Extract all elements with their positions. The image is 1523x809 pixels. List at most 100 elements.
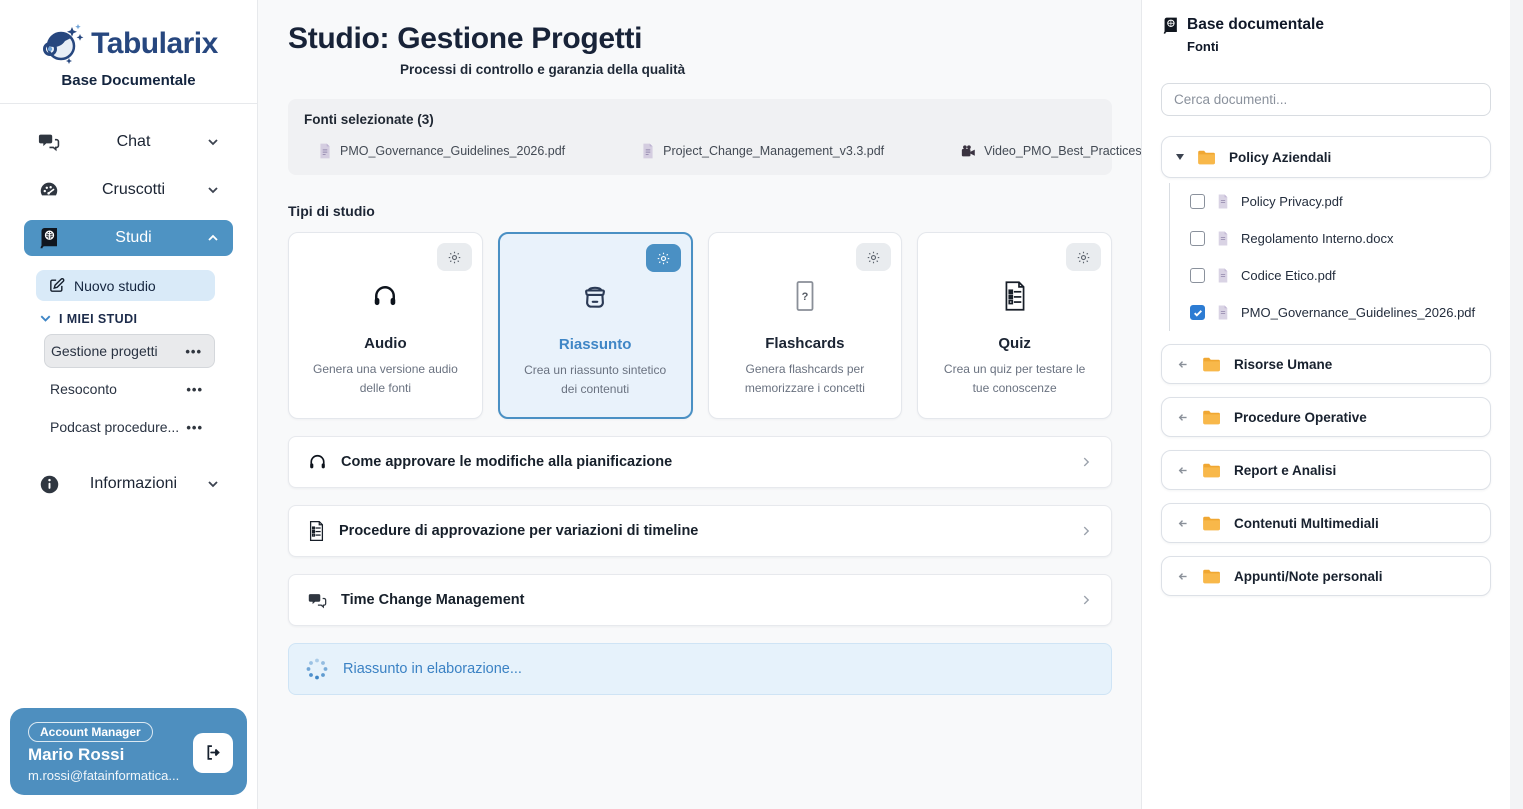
selected-sources-box: Fonti selezionate (3) PMO_Governance_Gui… [288, 99, 1112, 175]
caret-collapsed-icon [1176, 358, 1189, 371]
folder-policy-aziendali[interactable]: Policy Aziendali [1161, 136, 1491, 178]
study-item-resoconto[interactable]: Resoconto ••• [44, 372, 215, 406]
search-documents-input[interactable] [1161, 83, 1491, 116]
page-title: Studio: Gestione Progetti [288, 22, 1112, 56]
processing-status-box: Riassunto in elaborazione... [288, 643, 1112, 695]
source-file-name: Video_PMO_Best_Practices_2026.mp4 [984, 144, 1141, 158]
my-studies-toggle[interactable]: I MIEI STUDI [38, 311, 233, 326]
file-name: Regolamento Interno.docx [1241, 231, 1393, 246]
sidebar-item-cruscotti[interactable]: Cruscotti [24, 172, 233, 208]
file-name: Codice Etico.pdf [1241, 268, 1336, 283]
book-globe-icon [1161, 16, 1180, 35]
chevron-right-icon [1079, 593, 1093, 607]
study-item-menu-icon[interactable]: ••• [185, 344, 202, 359]
new-study-button[interactable]: Nuovo studio [36, 270, 215, 301]
card-settings-button[interactable] [437, 243, 472, 271]
card-title: Audio [364, 335, 407, 352]
quiz-checklist-icon [1001, 279, 1029, 313]
study-card-quiz[interactable]: Quiz Crea un quiz per testare le tue con… [917, 232, 1112, 419]
logout-button[interactable] [193, 733, 233, 773]
card-description: Crea un riassunto sintetico dei contenut… [500, 361, 691, 398]
user-name: Mario Rossi [28, 745, 179, 765]
file-row-pmo-governance-guidelines[interactable]: PMO_Governance_Guidelines_2026.pdf [1190, 294, 1491, 331]
main-content: Studio: Gestione Progetti Processi di co… [258, 0, 1141, 809]
caret-expanded-icon [1176, 154, 1184, 160]
folder-name: Contenuti Multimediali [1234, 516, 1379, 531]
file-row-regolamento-interno[interactable]: Regolamento Interno.docx [1190, 220, 1491, 257]
folder-report-e-analisi[interactable]: Report e Analisi [1161, 450, 1491, 490]
pdf-file-icon [318, 143, 332, 159]
file-row-policy-privacy[interactable]: Policy Privacy.pdf [1190, 183, 1491, 220]
file-row-codice-etico[interactable]: Codice Etico.pdf [1190, 257, 1491, 294]
study-item-label: Resoconto [50, 381, 117, 397]
folder-name: Risorse Umane [1234, 357, 1332, 372]
headphones-icon [307, 452, 328, 472]
file-checkbox[interactable] [1190, 231, 1205, 246]
card-title: Riassunto [559, 336, 632, 353]
logout-icon [204, 743, 223, 762]
output-item-chat[interactable]: Time Change Management [288, 574, 1112, 626]
study-card-riassunto[interactable]: Riassunto Crea un riassunto sintetico de… [498, 232, 693, 419]
folder-name: Procedure Operative [1234, 410, 1367, 425]
study-item-podcast-procedure[interactable]: Podcast procedure... ••• [44, 410, 215, 444]
study-item-menu-icon[interactable]: ••• [186, 382, 203, 397]
card-settings-button[interactable] [646, 244, 681, 272]
card-description: Genera una versione audio delle fonti [289, 360, 482, 397]
file-checkbox[interactable] [1190, 194, 1205, 209]
sidebar-item-chat[interactable]: Chat [24, 124, 233, 160]
chevron-down-icon [205, 182, 221, 198]
card-description: Crea un quiz per testare le tue conoscen… [918, 360, 1111, 397]
chevron-down-icon [205, 476, 221, 492]
gear-icon [1076, 250, 1091, 265]
tabularix-logo-icon [39, 22, 87, 66]
book-globe-icon [36, 226, 62, 250]
folder-procedure-operative[interactable]: Procedure Operative [1161, 397, 1491, 437]
user-email: m.rossi@fatainformatica... [28, 768, 179, 783]
card-description: Genera flashcards per memorizzare i conc… [709, 360, 902, 397]
folder-icon [1202, 462, 1221, 479]
caret-collapsed-icon [1176, 570, 1189, 583]
study-card-audio[interactable]: Audio Genera una versione audio delle fo… [288, 232, 483, 419]
file-checkbox-checked[interactable] [1190, 305, 1205, 320]
folder-contenuti-multimediali[interactable]: Contenuti Multimediali [1161, 503, 1491, 543]
card-settings-button[interactable] [856, 243, 891, 271]
new-study-label: Nuovo studio [74, 278, 156, 294]
folder-risorse-umane[interactable]: Risorse Umane [1161, 344, 1491, 384]
scrollbar-track[interactable] [1510, 0, 1523, 809]
doc-file-icon [1216, 194, 1230, 209]
folder-icon [1202, 356, 1221, 373]
right-panel: Base documentale Fonti Policy Aziendali … [1141, 0, 1510, 809]
study-card-flashcards[interactable]: ? Flashcards Genera flashcards per memor… [708, 232, 903, 419]
edit-pencil-icon [48, 277, 65, 294]
my-studies-label: I MIEI STUDI [59, 312, 137, 326]
card-settings-button[interactable] [1066, 243, 1101, 271]
output-item-title: Come approvare le modifiche alla pianifi… [341, 454, 1066, 470]
app-window: Tabularix Base Documentale Chat Cruscott… [0, 0, 1523, 809]
file-checkbox[interactable] [1190, 268, 1205, 283]
user-role-badge: Account Manager [28, 722, 153, 742]
sidebar-item-informazioni[interactable]: Informazioni [24, 466, 233, 502]
chat-bubbles-icon [307, 591, 328, 610]
app-name: Tabularix [91, 27, 218, 61]
chat-icon [36, 131, 62, 153]
doc-file-icon [1216, 231, 1230, 246]
folder-icon [1202, 568, 1221, 585]
study-item-gestione-progetti[interactable]: Gestione progetti ••• [44, 334, 215, 368]
sidebar-item-studi[interactable]: Studi [24, 220, 233, 256]
pdf-file-icon [641, 143, 655, 159]
doc-file-icon [1216, 268, 1230, 283]
output-item-audio[interactable]: Come approvare le modifiche alla pianifi… [288, 436, 1112, 488]
gear-icon [447, 250, 462, 265]
output-item-document[interactable]: Procedure di approvazione per variazioni… [288, 505, 1112, 557]
caret-collapsed-icon [1176, 411, 1189, 424]
study-item-menu-icon[interactable]: ••• [186, 420, 203, 435]
folder-appunti-note-personali[interactable]: Appunti/Note personali [1161, 556, 1491, 596]
left-sidebar: Tabularix Base Documentale Chat Cruscott… [0, 0, 258, 809]
folder-children: Policy Privacy.pdf Regolamento Interno.d… [1169, 183, 1491, 331]
caret-collapsed-icon [1176, 517, 1189, 530]
source-chip: Video_PMO_Best_Practices_2026.mp4 [960, 143, 1141, 159]
output-item-title: Procedure di approvazione per variazioni… [339, 523, 1066, 539]
video-file-icon [960, 144, 976, 159]
summary-jar-icon [579, 280, 611, 314]
gear-icon [866, 250, 881, 265]
